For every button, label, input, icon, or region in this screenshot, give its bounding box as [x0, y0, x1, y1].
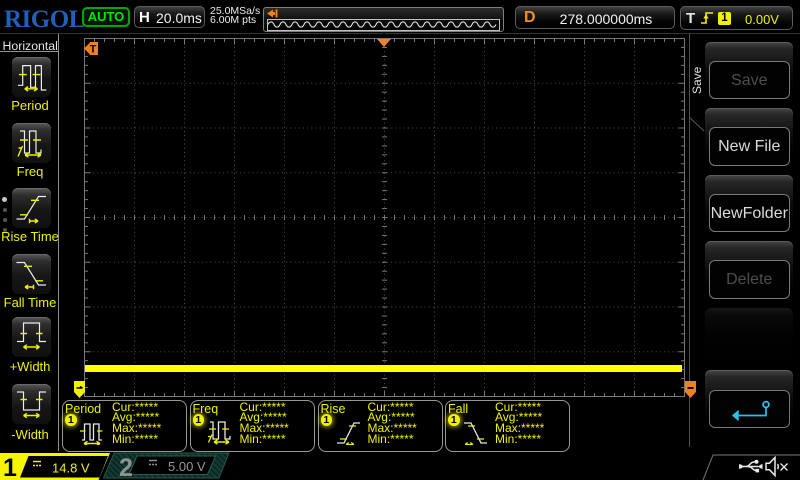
svg-text:T: T — [90, 44, 97, 56]
svg-text:2: 2 — [119, 454, 133, 480]
svg-text:5.00 V: 5.00 V — [168, 459, 206, 474]
svg-text:14.8 V: 14.8 V — [52, 461, 90, 476]
svg-text:1: 1 — [3, 454, 17, 480]
